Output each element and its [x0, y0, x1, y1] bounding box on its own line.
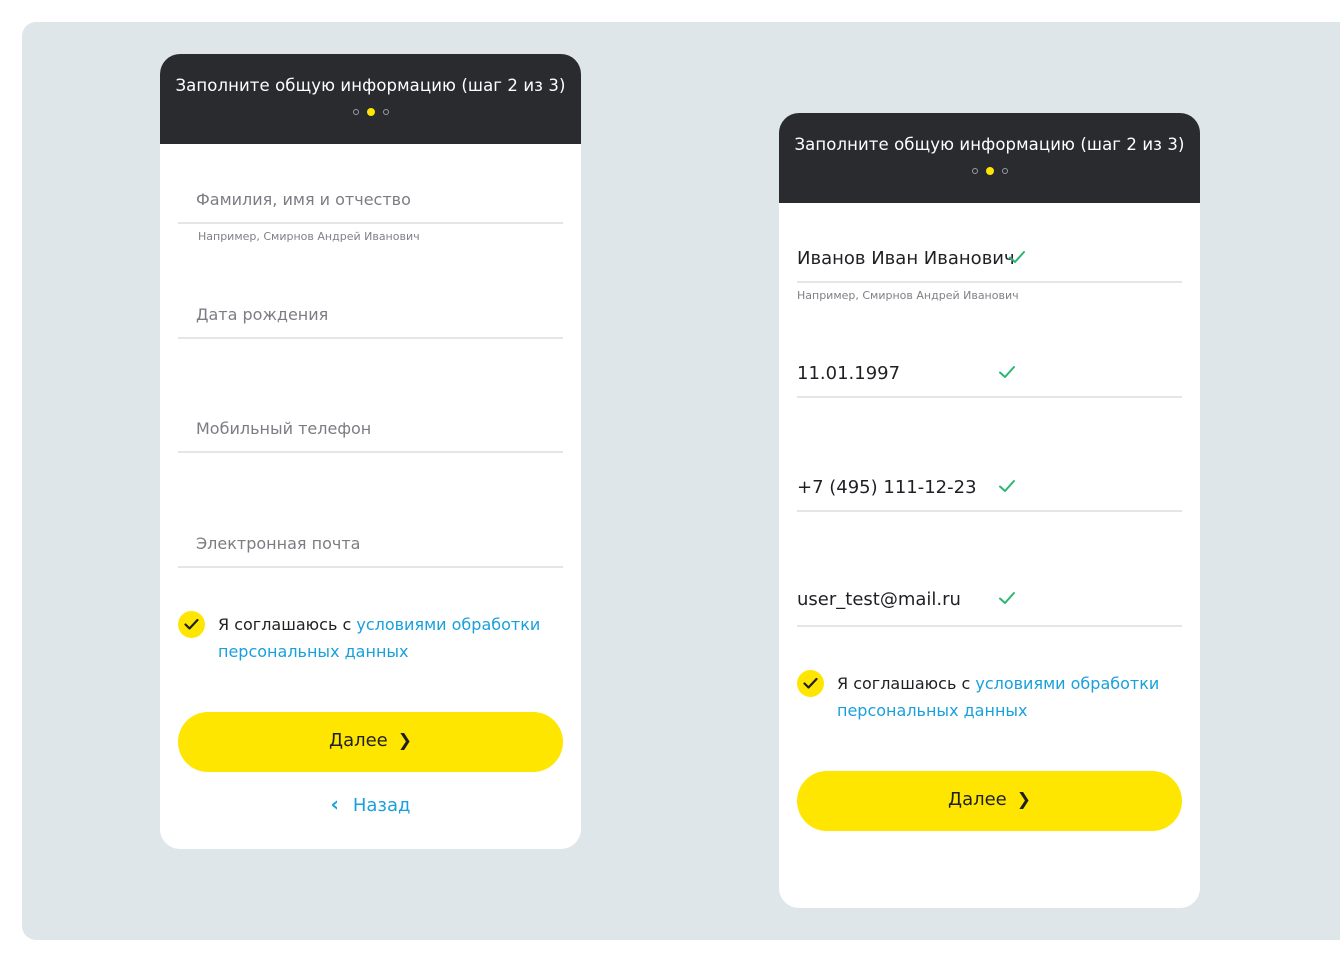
field-underline	[178, 566, 563, 568]
checkbox-checked-icon[interactable]	[797, 670, 824, 697]
field-underline	[797, 281, 1182, 283]
field-underline	[178, 222, 563, 224]
full-name-value: Иванов Иван Иванович	[797, 248, 1015, 269]
full-name-hint: Например, Смирнов Андрей Иванович	[198, 230, 420, 243]
field-underline	[797, 396, 1182, 398]
chevron-left-icon: ‹	[330, 792, 339, 816]
page-title: Заполните общую информацию (шаг 2 из 3)	[794, 135, 1185, 154]
email-placeholder: Электронная почта	[196, 534, 361, 553]
next-button-label: Далее	[329, 730, 388, 751]
next-button[interactable]: Далее ❯	[178, 712, 563, 772]
step-dot-3	[382, 109, 389, 115]
step-dot-2-active	[985, 167, 994, 175]
email-value: user_test@mail.ru	[797, 589, 961, 610]
checkmark-icon	[999, 592, 1015, 604]
checkbox-checked-icon[interactable]	[178, 611, 205, 638]
full-name-hint: Например, Смирнов Андрей Иванович	[797, 289, 1019, 302]
email-field[interactable]: user_test@mail.ru	[797, 579, 1182, 627]
step-dot-1	[971, 168, 978, 174]
full-name-field[interactable]: Фамилия, имя и отчество	[178, 176, 563, 224]
phone-value: +7 (495) 111-12-23	[797, 477, 977, 498]
phone-field[interactable]: Мобильный телефон	[178, 405, 563, 453]
card-header: Заполните общую информацию (шаг 2 из 3)	[160, 54, 581, 144]
consent-row: Я соглашаюсь с условиями обработки персо…	[797, 670, 1182, 730]
field-underline	[178, 451, 563, 453]
field-underline	[178, 337, 563, 339]
form-card-empty: Заполните общую информацию (шаг 2 из 3) …	[160, 54, 581, 849]
consent-text: Я соглашаюсь с условиями обработки персо…	[837, 670, 1177, 724]
checkmark-icon	[999, 366, 1015, 378]
checkmark-icon	[1009, 251, 1025, 263]
back-link[interactable]: ‹ Назад	[160, 792, 581, 816]
birth-date-placeholder: Дата рождения	[196, 305, 329, 324]
full-name-field[interactable]: Иванов Иван Иванович	[797, 235, 1182, 283]
step-dot-1	[352, 109, 359, 115]
birth-date-field[interactable]: Дата рождения	[178, 291, 563, 339]
checkmark-icon	[999, 480, 1015, 492]
full-name-placeholder: Фамилия, имя и отчество	[196, 190, 411, 209]
page-title: Заполните общую информацию (шаг 2 из 3)	[175, 76, 566, 95]
next-button[interactable]: Далее ❯	[797, 771, 1182, 831]
step-dot-3	[1001, 168, 1008, 174]
step-dot-2-active	[366, 108, 375, 116]
birth-date-value: 11.01.1997	[797, 363, 901, 384]
back-link-label: Назад	[352, 795, 411, 816]
card-header: Заполните общую информацию (шаг 2 из 3)	[779, 113, 1200, 203]
chevron-right-icon: ❯	[397, 731, 412, 751]
consent-prefix: Я соглашаюсь с	[218, 615, 357, 634]
step-indicator	[779, 167, 1200, 175]
phone-field[interactable]: +7 (495) 111-12-23	[797, 464, 1182, 512]
phone-placeholder: Мобильный телефон	[196, 419, 372, 438]
email-field[interactable]: Электронная почта	[178, 520, 563, 568]
form-card-filled: Заполните общую информацию (шаг 2 из 3) …	[779, 113, 1200, 908]
consent-text: Я соглашаюсь с условиями обработки персо…	[218, 611, 558, 665]
consent-row: Я соглашаюсь с условиями обработки персо…	[178, 611, 563, 671]
next-button-label: Далее	[948, 789, 1007, 810]
field-underline	[797, 510, 1182, 512]
birth-date-field[interactable]: 11.01.1997	[797, 350, 1182, 398]
step-indicator	[160, 108, 581, 116]
field-underline	[797, 625, 1182, 627]
consent-prefix: Я соглашаюсь с	[837, 674, 976, 693]
chevron-right-icon: ❯	[1016, 790, 1031, 810]
